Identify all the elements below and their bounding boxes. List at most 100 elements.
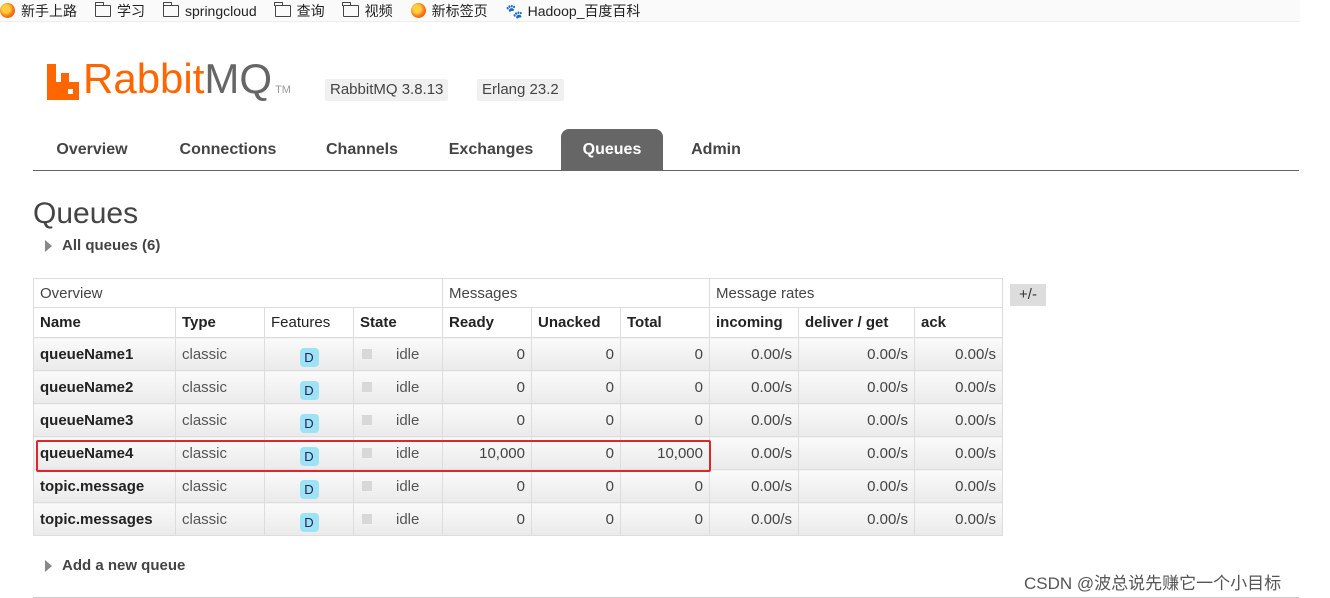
features-cell: D [264,370,354,404]
erlang-version-badge: Erlang 23.2 [477,79,564,101]
total-count: 0 [620,469,710,503]
total-count: 0 [620,502,710,536]
baidu-paw-icon: 🐾 [505,2,524,19]
columns-toggle-button[interactable]: +/- [1010,284,1046,306]
features-cell: D [264,403,354,437]
col-features: Features [264,307,354,338]
ready-count: 10,000 [442,436,532,470]
tab-queues[interactable]: Queues [561,129,663,170]
col-unacked[interactable]: Unacked [531,307,621,338]
expand-triangle-icon [45,559,52,572]
tab-overview[interactable]: Overview [33,129,151,170]
state-text: idle [396,510,420,528]
deliver-get-rate: 0.00/s [798,337,915,371]
logo-wordmark: RabbitMQ [83,55,273,102]
tab-admin[interactable]: Admin [678,129,754,170]
durable-feature-badge: D [299,380,319,400]
page-title: Queues [33,197,139,230]
folder-icon [162,1,179,17]
rabbitmq-logo[interactable]: RabbitMQ TM [47,52,291,100]
tab-channels[interactable]: Channels [308,129,416,170]
firefox-icon [0,3,15,18]
unacked-count: 0 [531,436,621,470]
add-queue-toggle[interactable]: Add a new queue [45,557,185,574]
queue-name-link[interactable]: queueName1 [33,337,176,371]
state-indicator-icon [362,415,372,425]
features-cell: D [264,469,354,503]
queue-name-link[interactable]: queueName3 [33,403,176,437]
col-state[interactable]: State [353,307,443,338]
bookmark-springcloud[interactable]: springcloud [162,1,257,19]
state-indicator-icon [362,448,372,458]
group-messages: Messages [442,278,710,308]
table-row: queueName4 classic Didle 10,000 0 10,000 0.00/… [33,436,1003,470]
all-queues-toggle[interactable]: All queues (6) [45,237,160,254]
col-type[interactable]: Type [175,307,265,338]
deliver-get-rate: 0.00/s [798,469,915,503]
bookmark-query[interactable]: 查询 [274,1,325,21]
durable-feature-badge: D [299,347,319,367]
ack-rate: 0.00/s [914,403,1003,437]
state-cell: idle [353,370,443,404]
ready-count: 0 [442,502,532,536]
deliver-get-rate: 0.00/s [798,370,915,404]
queue-name-link[interactable]: queueName2 [33,370,176,404]
expand-triangle-icon [45,239,52,252]
bookmark-new-tab[interactable]: 新标签页 [410,1,488,21]
incoming-rate: 0.00/s [709,337,799,371]
total-count: 10,000 [620,436,710,470]
durable-feature-badge: D [299,413,319,433]
group-overview: Overview [33,278,443,308]
folder-icon [342,1,359,17]
queue-name-link[interactable]: queueName4 [33,436,176,470]
ready-count: 0 [442,370,532,404]
rabbitmq-version-badge: RabbitMQ 3.8.13 [325,79,449,101]
durable-feature-badge: D [299,512,319,532]
state-cell: idle [353,469,443,503]
queue-type: classic [175,370,265,404]
deliver-get-rate: 0.00/s [798,502,915,536]
col-name[interactable]: Name [33,307,176,338]
col-incoming[interactable]: incoming [709,307,799,338]
ready-count: 0 [442,337,532,371]
unacked-count: 0 [531,502,621,536]
incoming-rate: 0.00/s [709,403,799,437]
incoming-rate: 0.00/s [709,436,799,470]
ack-rate: 0.00/s [914,502,1003,536]
unacked-count: 0 [531,469,621,503]
table-row: topic.messages classic Didle 0 0 0 0.00/s 0.00/… [33,502,1003,536]
col-total[interactable]: Total [620,307,710,338]
bookmark-hadoop[interactable]: 🐾 Hadoop_百度百科 [506,1,641,21]
queue-name-link[interactable]: topic.messages [33,502,176,536]
bookmark-newbie[interactable]: 新手上路 [0,1,77,21]
features-cell: D [264,502,354,536]
tab-connections[interactable]: Connections [164,129,292,170]
watermark-text: CSDN @波总说先赚它一个小目标 [1024,574,1282,593]
queue-type: classic [175,337,265,371]
col-ready[interactable]: Ready [442,307,532,338]
queue-type: classic [175,469,265,503]
state-cell: idle [353,337,443,371]
queue-type: classic [175,502,265,536]
ack-rate: 0.00/s [914,337,1003,371]
logo-trademark: TM [275,84,291,96]
durable-feature-badge: D [299,446,319,466]
deliver-get-rate: 0.00/s [798,403,915,437]
state-text: idle [396,477,420,495]
state-indicator-icon [362,382,372,392]
state-cell: idle [353,436,443,470]
total-count: 0 [620,370,710,404]
bookmark-study[interactable]: 学习 [94,1,145,21]
ack-rate: 0.00/s [914,469,1003,503]
tab-exchanges[interactable]: Exchanges [431,129,551,170]
table-row: queueName2 classic Didle 0 0 0 0.00/s 0.00/s 0.0… [33,370,1003,404]
col-ack[interactable]: ack [914,307,1003,338]
bookmark-video[interactable]: 视频 [342,1,393,21]
queue-type: classic [175,403,265,437]
col-deliver-get[interactable]: deliver / get [798,307,915,338]
state-cell: idle [353,502,443,536]
queue-name-link[interactable]: topic.message [33,469,176,503]
state-indicator-icon [362,514,372,524]
firefox-icon [410,3,426,18]
state-text: idle [396,378,420,396]
